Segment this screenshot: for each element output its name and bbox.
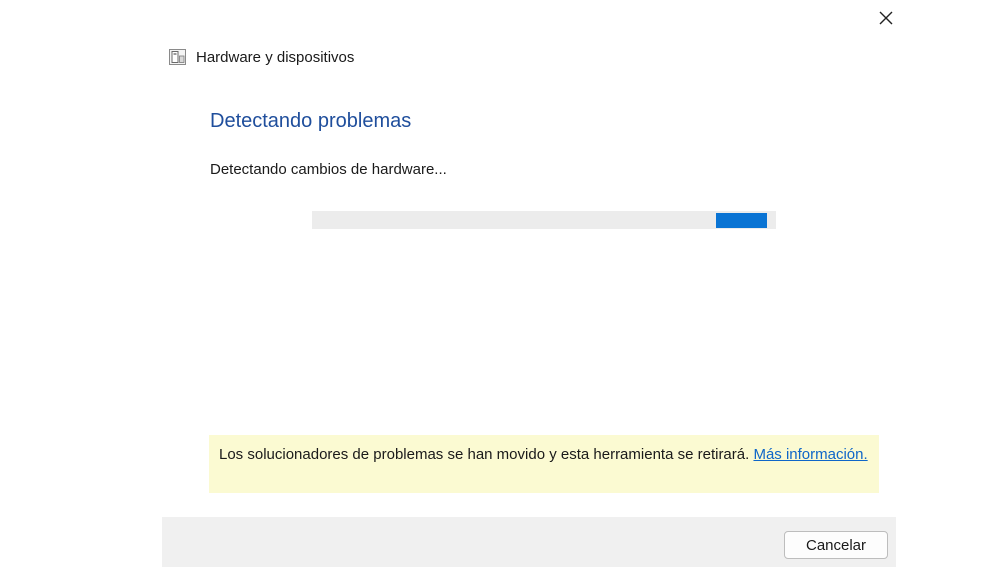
progress-indicator	[716, 213, 767, 228]
cancel-button[interactable]: Cancelar	[784, 531, 888, 559]
hardware-troubleshooter-icon	[168, 47, 188, 67]
dialog-footer: Cancelar	[162, 517, 896, 567]
troubleshooter-dialog: Hardware y dispositivos Detectando probl…	[162, 0, 896, 567]
close-button[interactable]	[874, 6, 898, 30]
window-title: Hardware y dispositivos	[196, 48, 355, 66]
page-heading: Detectando problemas	[210, 110, 412, 132]
notice-text: Los solucionadores de problemas se han m…	[219, 446, 754, 463]
more-info-link[interactable]: Más información.	[753, 446, 867, 463]
close-icon	[879, 11, 893, 25]
progress-bar	[312, 211, 776, 229]
status-text: Detectando cambios de hardware...	[210, 161, 447, 178]
window-titlebar: Hardware y dispositivos	[168, 46, 354, 68]
retirement-notice: Los solucionadores de problemas se han m…	[209, 435, 879, 493]
